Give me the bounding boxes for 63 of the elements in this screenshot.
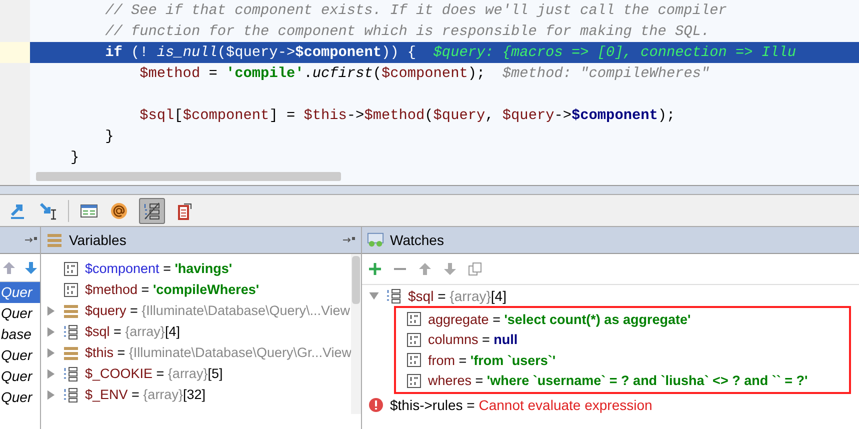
frame-item[interactable]: Quer (0, 345, 40, 366)
code-line: } (70, 150, 80, 166)
up-arrow-icon[interactable] (418, 262, 432, 276)
code-line: $method = 'compile'.ucfirst($component); $method: "compileWheres" (138, 66, 710, 82)
array-icon (386, 288, 402, 304)
variable-entry[interactable]: $sql = {array}[4] (85, 324, 180, 339)
variable-entry[interactable]: $_COOKIE = {array}[5] (85, 366, 223, 381)
down-arrow-icon[interactable] (443, 262, 457, 276)
scrollbar-thumb[interactable] (36, 172, 341, 181)
bars-icon (63, 302, 79, 318)
frame-item[interactable]: Quer (0, 387, 40, 408)
variable-entry[interactable]: $component = 'havings' (85, 261, 232, 276)
field-icon (406, 352, 422, 368)
field-icon (406, 372, 422, 389)
field-icon (406, 311, 422, 328)
expand-arrow-icon[interactable] (45, 368, 57, 380)
array-icon (63, 386, 79, 402)
scrollbar-thumb[interactable] (352, 256, 360, 304)
watch-entry[interactable]: aggregate = 'select count(*) as aggregate' (428, 312, 691, 327)
code-line: // See if that component exists. If it does we'll just call the compiler (104, 2, 727, 18)
list-toggle-button[interactable] (139, 198, 165, 224)
pane-title: Variables (69, 232, 126, 248)
arrow-down-right-icon[interactable] (38, 200, 58, 220)
variable-entry[interactable]: $_ENV = {array}[32] (85, 387, 206, 402)
expand-arrow-icon[interactable] (45, 326, 57, 338)
add-icon[interactable] (368, 262, 382, 276)
numbered-list-icon (142, 200, 162, 220)
error-icon (368, 396, 384, 412)
variable-entry[interactable]: $method = 'compileWheres' (85, 282, 260, 297)
expand-arrow-icon[interactable] (45, 346, 57, 358)
down-arrow-icon[interactable] (24, 260, 38, 274)
up-arrow-icon[interactable] (2, 260, 16, 274)
watch-entry[interactable]: columns = null (428, 332, 518, 348)
copy-icon[interactable] (468, 262, 482, 276)
expand-arrow-icon[interactable] (45, 304, 57, 316)
frame-item[interactable]: Quer (0, 303, 40, 324)
expand-arrow-icon[interactable] (45, 388, 57, 400)
field-icon (63, 260, 79, 276)
code-line: $sql[$component] = $this->$method($query, $query->$component); (138, 108, 676, 124)
watch-entry[interactable]: wheres = 'where `username` = ? and `liusha` <> ? and `` = ?' (428, 373, 808, 388)
code-line: } (104, 128, 114, 144)
bars-icon (63, 344, 79, 360)
frame-item[interactable]: Quer (0, 282, 40, 303)
pin-icon[interactable] (342, 235, 356, 245)
watch-entry[interactable]: $this->rules = Cannot evaluate expression (390, 396, 652, 412)
field-icon (63, 282, 79, 298)
pin-icon[interactable] (24, 235, 38, 245)
glasses-icon (367, 232, 384, 248)
code-line: // function for the component which is responsible for making the SQL. (104, 24, 710, 40)
array-icon (63, 366, 79, 382)
variable-entry[interactable]: $this = {Illuminate\Database\Query\Gr...View (85, 345, 352, 360)
frame-item[interactable]: base (0, 324, 40, 345)
frame-item[interactable]: Quer (0, 366, 40, 387)
watch-entry[interactable]: $sql = {array}[4] (408, 288, 506, 304)
watch-entry[interactable]: from = 'from `users`' (428, 352, 556, 368)
code-line: if (! is_null($query->$component)) { $query: {macros => [0], connection => Illu (104, 44, 796, 60)
bars-icon (46, 232, 63, 248)
array-icon (63, 324, 79, 340)
at-sign-icon[interactable] (109, 200, 129, 220)
field-icon (406, 332, 422, 348)
variable-entry[interactable]: $query = {Illuminate\Database\Query\...View (85, 303, 350, 318)
expand-arrow-icon[interactable] (368, 290, 380, 302)
pane-title: Watches (390, 232, 444, 248)
